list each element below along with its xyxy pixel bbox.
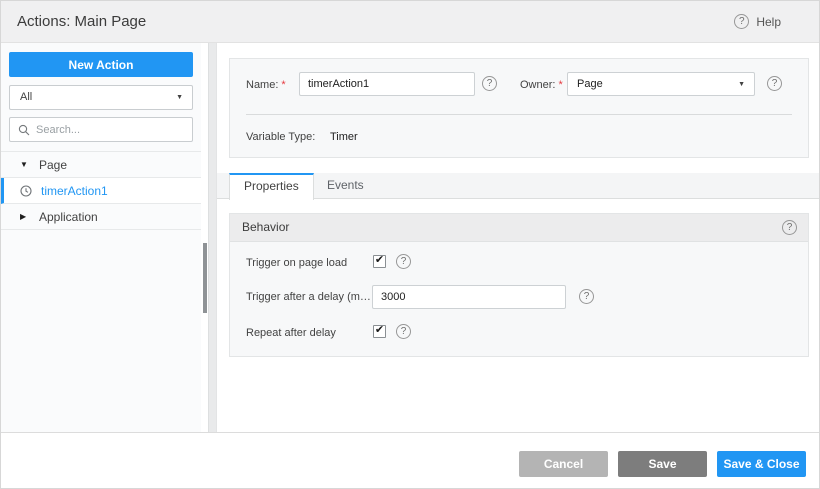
behavior-section-header: Behavior bbox=[230, 214, 808, 242]
trigger-after-delay-help-icon[interactable] bbox=[579, 289, 594, 304]
chevron-down-icon: ▼ bbox=[738, 81, 745, 88]
triangle-right-icon: ▶ bbox=[20, 212, 27, 221]
owner-selected-value: Page bbox=[577, 78, 603, 90]
action-search bbox=[9, 117, 193, 142]
name-label: Name: * bbox=[246, 79, 286, 91]
action-header-form: Name:* Owner:* Page ▼ Variable Type: Tim… bbox=[229, 58, 809, 158]
action-filter-dropdown[interactable]: All ▼ bbox=[9, 85, 193, 110]
dialog-footer: Cancel Save Save & Close bbox=[1, 432, 819, 488]
trigger-on-page-load-checkbox[interactable] bbox=[373, 255, 386, 268]
actions-sidebar: New Action All ▼ ▼ Page timerAction1 bbox=[1, 43, 201, 432]
filter-selected-value: All bbox=[20, 91, 33, 103]
variable-type-label: Variable Type: bbox=[246, 131, 316, 143]
save-and-close-button[interactable]: Save & Close bbox=[717, 451, 806, 477]
actions-dialog: Actions: Main Page Help New Action All ▼… bbox=[0, 0, 820, 489]
tree-item-application[interactable]: ▶ Application bbox=[1, 204, 201, 230]
repeat-after-delay-label: Repeat after delay bbox=[246, 327, 336, 339]
trigger-on-page-load-help-icon[interactable] bbox=[396, 254, 411, 269]
help-button[interactable]: Help bbox=[734, 1, 781, 42]
actions-tree: ▼ Page timerAction1 ▶ Application bbox=[1, 151, 201, 230]
variable-type-value: Timer bbox=[330, 131, 358, 143]
required-asterisk: * bbox=[558, 79, 563, 91]
form-divider bbox=[246, 114, 792, 115]
trigger-on-page-load-label: Trigger on page load bbox=[246, 257, 348, 269]
behavior-section-title: Behavior bbox=[242, 220, 290, 234]
name-help-icon[interactable] bbox=[482, 76, 497, 91]
chevron-down-icon: ▼ bbox=[176, 94, 183, 101]
trigger-after-delay-input[interactable] bbox=[372, 285, 566, 309]
cancel-button[interactable]: Cancel bbox=[519, 451, 608, 477]
triangle-down-icon: ▼ bbox=[20, 160, 28, 169]
help-circle-icon bbox=[734, 14, 750, 29]
tree-item-timer-action[interactable]: timerAction1 bbox=[1, 178, 201, 204]
repeat-after-delay-checkbox[interactable] bbox=[373, 325, 386, 338]
name-input[interactable] bbox=[299, 72, 475, 96]
clock-icon bbox=[20, 184, 32, 197]
tab-events[interactable]: Events bbox=[311, 173, 380, 199]
tab-properties[interactable]: Properties bbox=[229, 173, 314, 200]
required-asterisk: * bbox=[281, 79, 286, 91]
search-icon bbox=[18, 124, 30, 136]
owner-help-icon[interactable] bbox=[767, 76, 782, 91]
sidebar-scrollbar-thumb[interactable] bbox=[203, 243, 207, 313]
tree-item-label: Application bbox=[39, 209, 98, 224]
tree-item-label: timerAction1 bbox=[41, 183, 108, 198]
owner-label: Owner: * bbox=[520, 79, 563, 91]
owner-dropdown[interactable]: Page ▼ bbox=[567, 72, 755, 96]
page-title: Actions: Main Page bbox=[17, 13, 147, 30]
search-input[interactable] bbox=[36, 123, 176, 136]
dialog-header: Actions: Main Page Help bbox=[1, 1, 819, 43]
repeat-after-delay-help-icon[interactable] bbox=[396, 324, 411, 339]
tree-item-page[interactable]: ▼ Page bbox=[1, 152, 201, 178]
save-button[interactable]: Save bbox=[618, 451, 707, 477]
behavior-section: Behavior Trigger on page load Trigger af… bbox=[229, 213, 809, 357]
new-action-button[interactable]: New Action bbox=[9, 52, 193, 77]
action-editor: Name:* Owner:* Page ▼ Variable Type: Tim… bbox=[217, 43, 819, 432]
behavior-help-icon[interactable] bbox=[782, 220, 797, 235]
sidebar-scrollbar-track bbox=[201, 43, 208, 432]
tree-item-label: Page bbox=[39, 157, 68, 172]
help-label: Help bbox=[756, 14, 781, 29]
panel-divider bbox=[208, 43, 217, 432]
trigger-after-delay-label: Trigger after a delay (millisec… bbox=[246, 291, 373, 303]
